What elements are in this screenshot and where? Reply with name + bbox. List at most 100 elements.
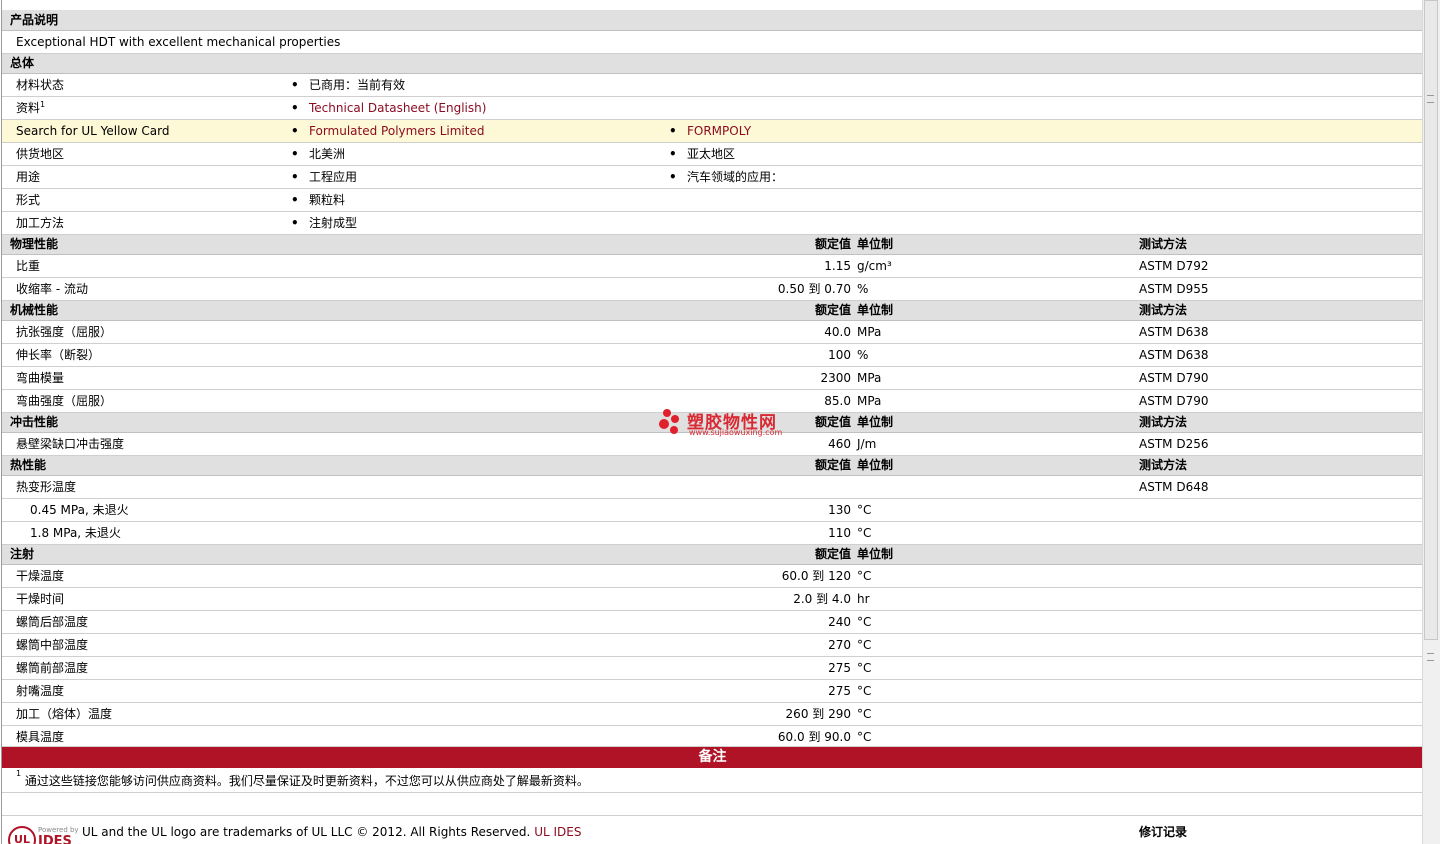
row-label: 用途 [16, 170, 41, 184]
property-unit: MPa [857, 325, 882, 339]
col-header-unit: 单位制 [857, 547, 894, 561]
property-method: ASTM D648 [1139, 480, 1209, 494]
property-unit: °C [857, 638, 872, 652]
revision-history-label: 修订记录 [1139, 825, 1188, 839]
property-method: ASTM D638 [1139, 325, 1209, 339]
vertical-scrollbar[interactable] [1422, 0, 1440, 844]
row-value: 注射成型 [291, 212, 357, 234]
footnote-marker: 1 [40, 100, 46, 109]
property-value: 60.0 到 120 [781, 569, 851, 583]
footer-trademark: UL and the UL logo are trademarks of UL … [82, 825, 581, 839]
property-unit: °C [857, 684, 872, 698]
general-row: 形式 颗粒料 [2, 189, 1422, 212]
section-title: 注射 [10, 547, 35, 561]
property-unit: hr [857, 592, 870, 606]
supplier-link[interactable]: Formulated Polymers Limited [309, 124, 484, 138]
property-label: 比重 [16, 259, 41, 273]
row-value-2: 汽车领域的应用： [669, 166, 783, 188]
property-unit: °C [857, 526, 872, 540]
property-method: ASTM D792 [1139, 259, 1209, 273]
property-value: 460 [828, 437, 851, 451]
general-row: 加工方法 注射成型 [2, 212, 1422, 235]
general-row: 资料1 Technical Datasheet (English) [2, 97, 1422, 120]
general-row-yellow-card: Search for UL Yellow Card Formulated Pol… [2, 120, 1422, 143]
property-subrow: 0.45 MPa, 未退火 130 °C [2, 499, 1422, 522]
section-title: 产品说明 [10, 13, 59, 27]
general-row: 用途 工程应用 汽车领域的应用： [2, 166, 1422, 189]
row-value: Technical Datasheet (English) [291, 97, 486, 119]
property-subrow: 1.8 MPa, 未退火 110 °C [2, 522, 1422, 545]
section-header-thermal: 热性能 额定值 单位制 测试方法 [2, 456, 1422, 476]
section-title: 热性能 [10, 458, 47, 472]
col-header-method: 测试方法 [1139, 458, 1188, 472]
section-header-physical: 物理性能 额定值 单位制 测试方法 [2, 235, 1422, 255]
property-row: 热变形温度 ASTM D648 [2, 476, 1422, 499]
row-label-text: 资料 [16, 101, 41, 115]
property-method: ASTM D955 [1139, 282, 1209, 296]
formpoly-link[interactable]: FORMPOLY [687, 124, 751, 138]
row-value-2: FORMPOLY [669, 120, 751, 142]
section-title: 冲击性能 [10, 415, 59, 429]
property-value: 270 [828, 638, 851, 652]
row-value: Formulated Polymers Limited [291, 120, 484, 142]
ul-ides-link[interactable]: UL IDES [534, 825, 581, 839]
row-value: 已商用：当前有效 [291, 74, 405, 96]
datasheet: 产品说明 Exceptional HDT with excellent mech… [1, 0, 1423, 844]
property-label: 弯曲模量 [16, 371, 65, 385]
property-label: 伸长率（断裂） [16, 348, 101, 362]
property-row: 收缩率 - 流动 0.50 到 0.70 % ASTM D955 [2, 278, 1422, 301]
property-value: 110 [828, 526, 851, 540]
col-header-unit: 单位制 [857, 415, 894, 429]
property-value: 2300 [820, 371, 851, 385]
col-header-method: 测试方法 [1139, 303, 1188, 317]
powered-by-text: Powered by [38, 826, 79, 834]
col-header-nominal: 额定值 [814, 547, 851, 561]
property-unit: J/m [857, 437, 877, 451]
section-title: 总体 [10, 56, 35, 70]
property-method: ASTM D790 [1139, 394, 1209, 408]
section-header-injection: 注射 额定值 单位制 [2, 545, 1422, 565]
property-method: ASTM D638 [1139, 348, 1209, 362]
section-title: 机械性能 [10, 303, 59, 317]
watermark-logo: 塑胶物性网 www.sujiaowuxing.com [659, 406, 789, 440]
property-label: 螺筒前部温度 [16, 661, 89, 675]
property-label: 收缩率 - 流动 [16, 282, 88, 296]
property-value: 0.50 到 0.70 [777, 282, 851, 296]
row-value: 颗粒料 [291, 189, 345, 211]
row-label: 资料1 [16, 97, 45, 119]
property-unit: °C [857, 707, 872, 721]
ul-logo: UL [8, 826, 36, 844]
notes-header: 备注 [2, 747, 1423, 768]
property-row: 抗张强度（屈服） 40.0 MPa ASTM D638 [2, 321, 1422, 344]
divider [2, 792, 1423, 793]
property-value: 40.0 [824, 325, 851, 339]
section-title: 物理性能 [10, 237, 59, 251]
property-value: 1.15 [824, 259, 851, 273]
property-label: 抗张强度（屈服） [16, 325, 113, 339]
property-row: 伸长率（断裂） 100 % ASTM D638 [2, 344, 1422, 367]
row-label: 加工方法 [16, 216, 65, 230]
row-label: Search for UL Yellow Card [16, 124, 170, 138]
description-text: Exceptional HDT with excellent mechanica… [16, 35, 341, 49]
row-value: 工程应用 [291, 166, 357, 188]
property-row: 比重 1.15 g/cm³ ASTM D792 [2, 255, 1422, 278]
footnote-text: 通过这些链接您能够访问供应商资料。我们尽量保证及时更新资料，不过您可以从供应商处… [24, 774, 589, 788]
property-row: 干燥时间 2.0 到 4.0 hr [2, 588, 1422, 611]
col-header-nominal: 额定值 [814, 415, 851, 429]
property-row: 模具温度 60.0 到 90.0 °C [2, 726, 1422, 747]
technical-datasheet-link[interactable]: Technical Datasheet (English) [309, 101, 486, 115]
property-row: 射嘴温度 275 °C [2, 680, 1422, 703]
col-header-unit: 单位制 [857, 237, 894, 251]
property-label: 螺筒中部温度 [16, 638, 89, 652]
property-label: 干燥时间 [16, 592, 65, 606]
col-header-nominal: 额定值 [814, 303, 851, 317]
property-unit: g/cm³ [857, 259, 892, 273]
footnote: 1 通过这些链接您能够访问供应商资料。我们尽量保证及时更新资料，不过您可以从供应… [16, 769, 589, 789]
property-label: 弯曲强度（屈服） [16, 394, 113, 408]
property-unit: °C [857, 503, 872, 517]
property-value: 85.0 [824, 394, 851, 408]
watermark-url: www.sujiaowuxing.com [689, 428, 783, 437]
col-header-nominal: 额定值 [814, 458, 851, 472]
watermark-dots-icon [659, 406, 687, 436]
property-label: 热变形温度 [16, 480, 77, 494]
